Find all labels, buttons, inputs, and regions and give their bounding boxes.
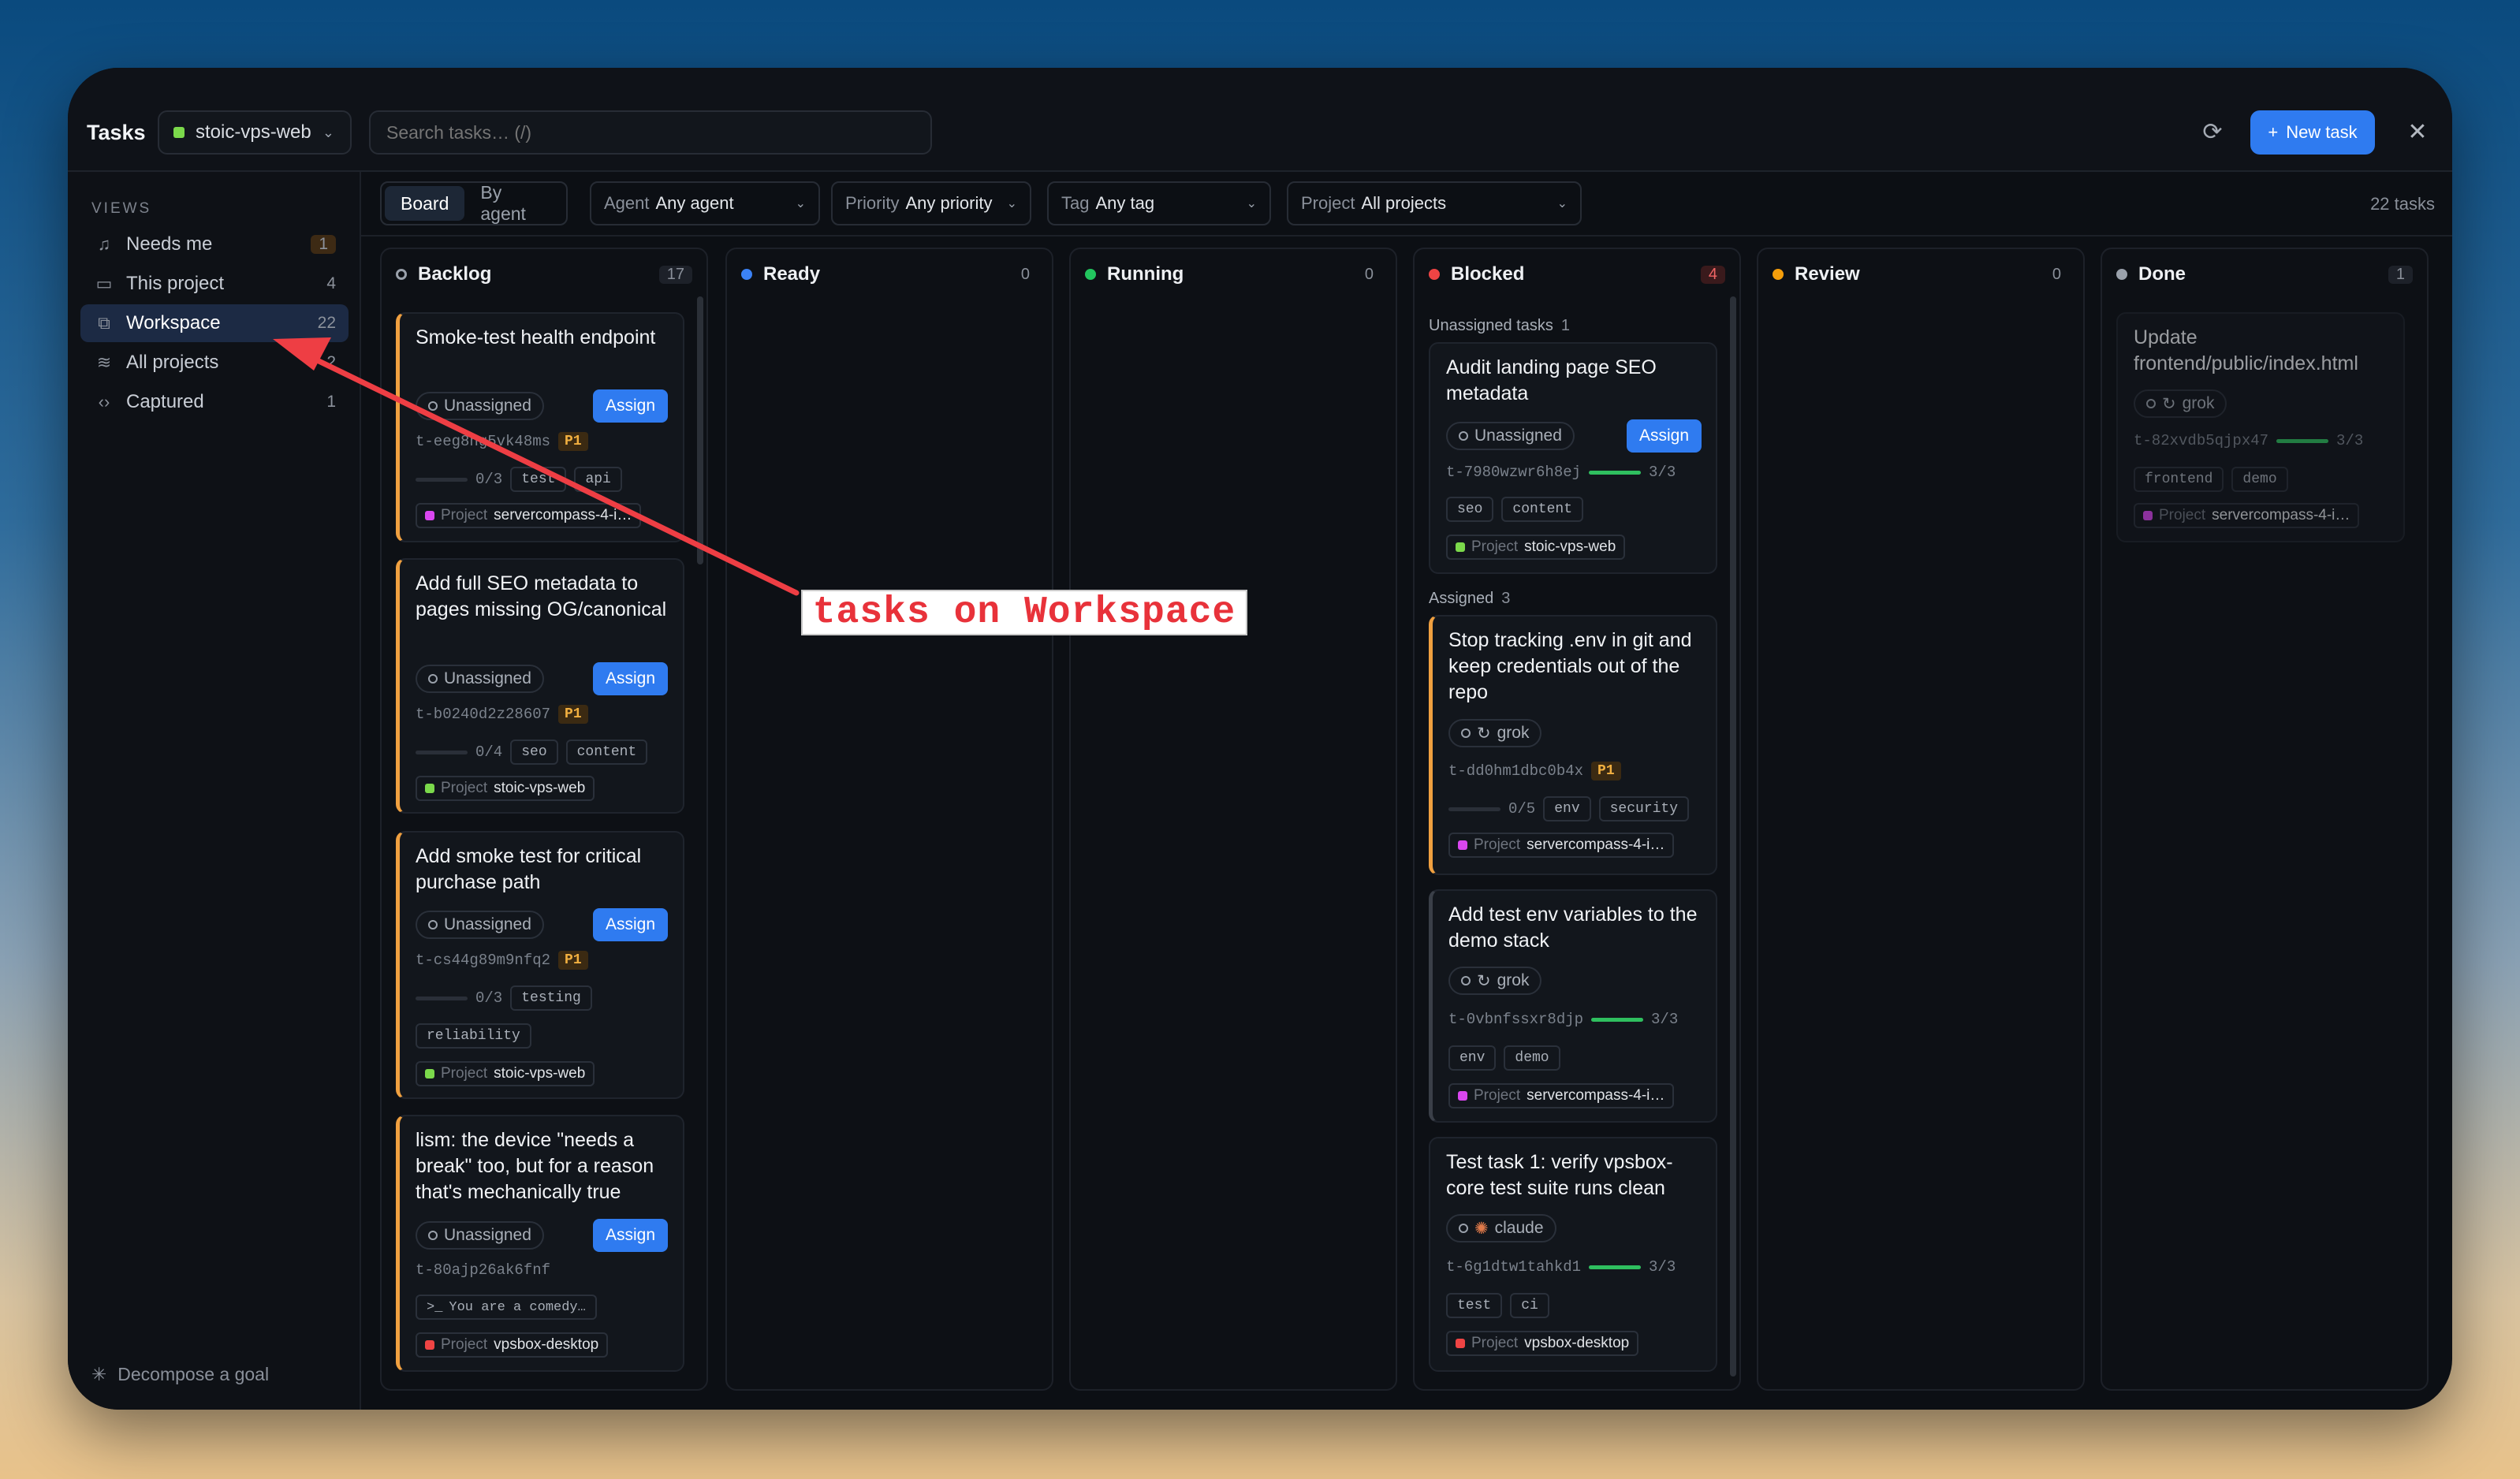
annotation-arrow: [273, 337, 800, 596]
annotation-label: tasks on Workspace: [801, 590, 1247, 635]
